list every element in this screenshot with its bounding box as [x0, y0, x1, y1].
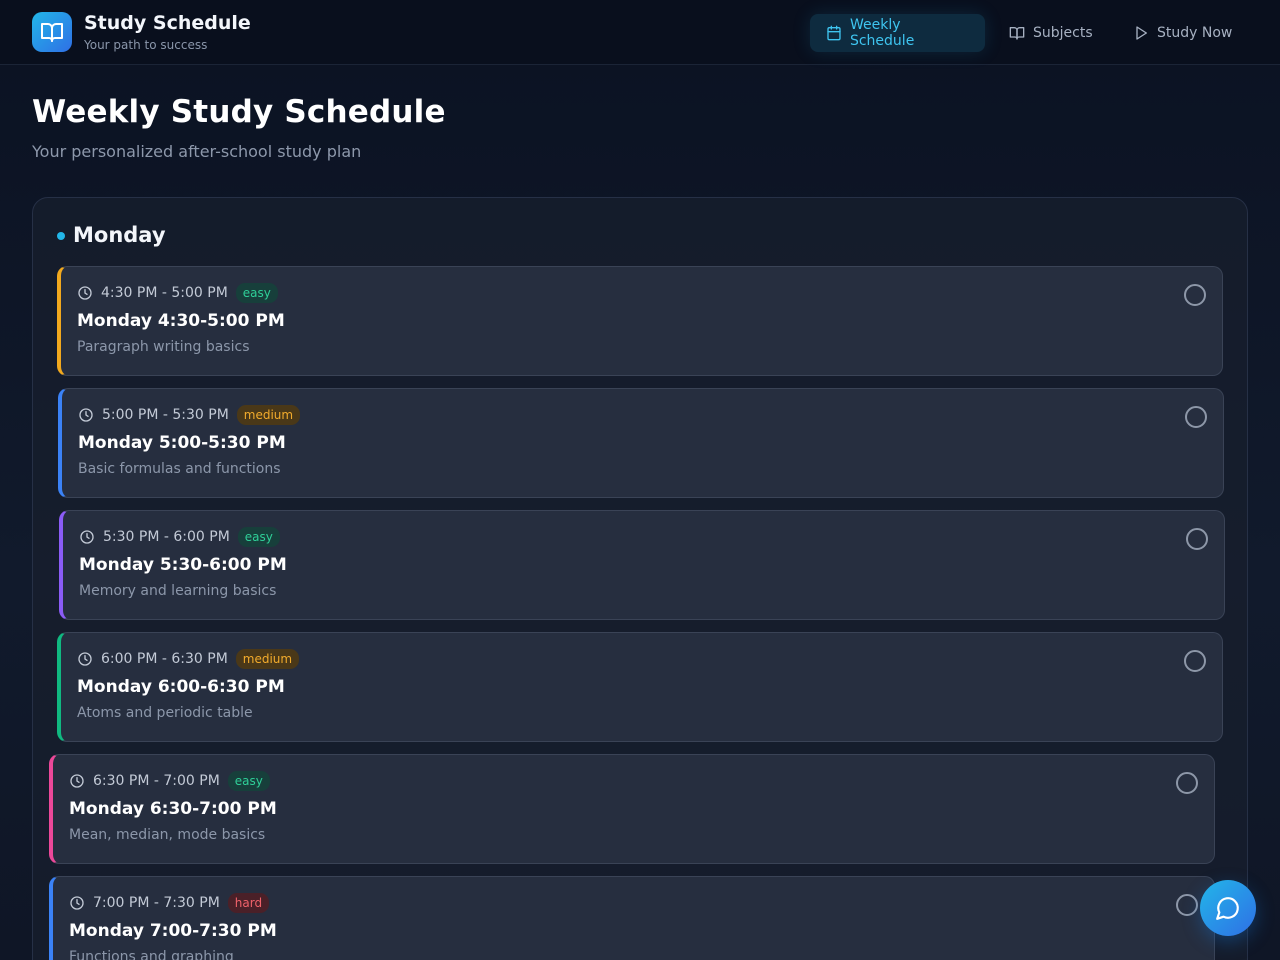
- complete-checkbox[interactable]: [1184, 650, 1206, 672]
- session-card[interactable]: 5:00 PM - 5:30 PM medium Monday 5:00-5:3…: [58, 388, 1224, 498]
- session-description: Atoms and periodic table: [77, 705, 253, 721]
- book-open-icon: [32, 12, 72, 52]
- session-time: 4:30 PM - 5:00 PM: [101, 285, 228, 301]
- clock-icon: [78, 652, 92, 666]
- tab-weekly-schedule[interactable]: Weekly Schedule: [810, 14, 985, 52]
- difficulty-badge: hard: [227, 893, 270, 913]
- page-title: Weekly Study Schedule: [32, 94, 446, 130]
- calendar-icon: [827, 25, 841, 41]
- clock-icon: [78, 286, 92, 300]
- tab-weekly-schedule-label: Weekly Schedule: [849, 17, 915, 49]
- clock-icon: [70, 896, 84, 910]
- session-description: Functions and graphing: [69, 949, 234, 960]
- difficulty-badge: easy: [235, 283, 278, 303]
- difficulty-badge: medium: [235, 649, 300, 669]
- session-description: Paragraph writing basics: [77, 339, 250, 355]
- day-title: Monday: [73, 223, 166, 247]
- difficulty-badge: easy: [237, 527, 280, 547]
- session-time: 6:30 PM - 7:00 PM: [93, 773, 220, 789]
- chat-button[interactable]: [1200, 880, 1256, 936]
- complete-checkbox[interactable]: [1176, 772, 1198, 794]
- session-title: Monday 6:30-7:00 PM: [69, 799, 277, 819]
- session-description: Mean, median, mode basics: [69, 827, 266, 843]
- session-card[interactable]: 6:30 PM - 7:00 PM easy Monday 6:30-7:00 …: [49, 754, 1215, 864]
- tab-subjects[interactable]: Subjects: [993, 14, 1109, 52]
- session-time: 6:00 PM - 6:30 PM: [101, 651, 228, 667]
- session-time: 5:00 PM - 5:30 PM: [102, 407, 229, 423]
- session-card[interactable]: 6:00 PM - 6:30 PM medium Monday 6:00-6:3…: [57, 632, 1223, 742]
- clock-icon: [70, 774, 84, 788]
- session-title: Monday 5:30-6:00 PM: [79, 555, 287, 575]
- tab-study-now-label: Study Now: [1157, 25, 1233, 41]
- complete-checkbox[interactable]: [1176, 894, 1198, 916]
- session-description: Basic formulas and functions: [78, 461, 281, 477]
- session-time: 5:30 PM - 6:00 PM: [103, 529, 230, 545]
- session-title: Monday 6:00-6:30 PM: [77, 677, 285, 697]
- session-card[interactable]: 5:30 PM - 6:00 PM easy Monday 5:30-6:00 …: [59, 510, 1225, 620]
- session-title: Monday 7:00-7:30 PM: [69, 921, 277, 941]
- page-subtitle: Your personalized after-school study pla…: [32, 142, 362, 161]
- session-title: Monday 5:00-5:30 PM: [78, 433, 286, 453]
- difficulty-badge: easy: [227, 771, 270, 791]
- tab-subjects-label: Subjects: [1033, 25, 1093, 41]
- clock-icon: [79, 408, 93, 422]
- session-card[interactable]: 7:00 PM - 7:30 PM hard Monday 7:00-7:30 …: [49, 876, 1215, 960]
- session-card[interactable]: 4:30 PM - 5:00 PM easy Monday 4:30-5:00 …: [57, 266, 1223, 376]
- session-time: 7:00 PM - 7:30 PM: [93, 895, 220, 911]
- clock-icon: [80, 530, 94, 544]
- app-subtitle: Your path to success: [84, 38, 208, 52]
- difficulty-badge: medium: [236, 405, 301, 425]
- chat-bubble-icon: [1216, 897, 1239, 920]
- day-indicator-dot: [57, 232, 65, 240]
- complete-checkbox[interactable]: [1186, 528, 1208, 550]
- play-icon: [1136, 26, 1147, 40]
- app-title: Study Schedule: [84, 12, 251, 34]
- complete-checkbox[interactable]: [1184, 284, 1206, 306]
- complete-checkbox[interactable]: [1185, 406, 1207, 428]
- book-icon: [1009, 27, 1025, 40]
- session-title: Monday 4:30-5:00 PM: [77, 311, 285, 331]
- session-description: Memory and learning basics: [79, 583, 277, 599]
- tab-study-now[interactable]: Study Now: [1117, 14, 1249, 52]
